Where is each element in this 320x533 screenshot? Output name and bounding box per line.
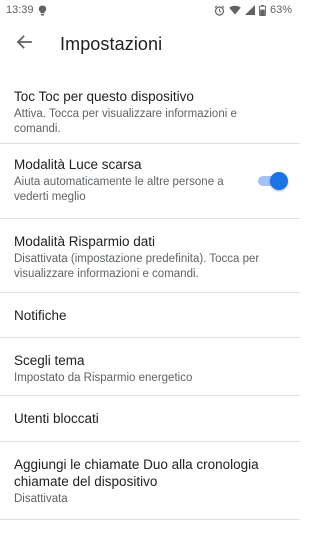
app-bar: Impostazioni [0, 20, 300, 68]
setting-toctoc[interactable]: Toc Toc per questo dispositivo Attiva. T… [0, 76, 300, 144]
settings-list: Toc Toc per questo dispositivo Attiva. T… [0, 76, 300, 533]
battery-percent: 63% [269, 4, 292, 16]
setting-luce-scarsa[interactable]: Modalità Luce scarsa Aiuta automaticamen… [0, 144, 300, 219]
setting-toctoc-subtitle: Attiva. Tocca per visualizzare informazi… [14, 108, 237, 135]
setting-utenti-bloccati-title: Utenti bloccati [14, 411, 99, 426]
setting-partial-next[interactable] [0, 520, 300, 533]
status-left: 13:39 [6, 4, 47, 16]
setting-duo-cronologia-subtitle: Disattivata [14, 493, 68, 505]
setting-tema-title: Scegli tema [14, 353, 85, 368]
setting-utenti-bloccati[interactable]: Utenti bloccati [0, 396, 300, 442]
setting-toctoc-title: Toc Toc per questo dispositivo [14, 89, 194, 104]
luce-scarsa-toggle[interactable] [256, 172, 288, 190]
setting-notifiche-title: Notifiche [14, 308, 67, 323]
setting-notifiche[interactable]: Notifiche [0, 293, 300, 338]
setting-tema[interactable]: Scegli tema Impostato da Risparmio energ… [0, 338, 300, 396]
status-right: 63% [214, 4, 292, 16]
setting-luce-scarsa-title: Modalità Luce scarsa [14, 157, 142, 172]
setting-risparmio-dati-subtitle: Disattivata (impostazione predefinita). … [14, 253, 260, 280]
setting-duo-cronologia-title: Aggiungi le chiamate Duo alla cronologia… [14, 457, 259, 489]
lightbulb-icon [38, 5, 47, 16]
arrow-back-icon [16, 34, 32, 55]
wifi-icon [229, 5, 241, 15]
setting-risparmio-dati[interactable]: Modalità Risparmio dati Disattivata (imp… [0, 219, 300, 293]
setting-tema-subtitle: Impostato da Risparmio energetico [14, 372, 193, 384]
status-time: 13:39 [6, 4, 34, 16]
back-button[interactable] [4, 24, 44, 64]
page-title: Impostazioni [60, 33, 163, 54]
setting-duo-cronologia[interactable]: Aggiungi le chiamate Duo alla cronologia… [0, 442, 300, 520]
setting-luce-scarsa-subtitle: Aiuta automaticamente le altre persone a… [14, 176, 224, 203]
alarm-icon [214, 5, 225, 16]
toggle-thumb [270, 172, 288, 190]
setting-risparmio-dati-title: Modalità Risparmio dati [14, 234, 156, 249]
status-bar: 13:39 63% [0, 0, 300, 20]
battery-icon [259, 4, 266, 16]
signal-icon [244, 5, 255, 15]
